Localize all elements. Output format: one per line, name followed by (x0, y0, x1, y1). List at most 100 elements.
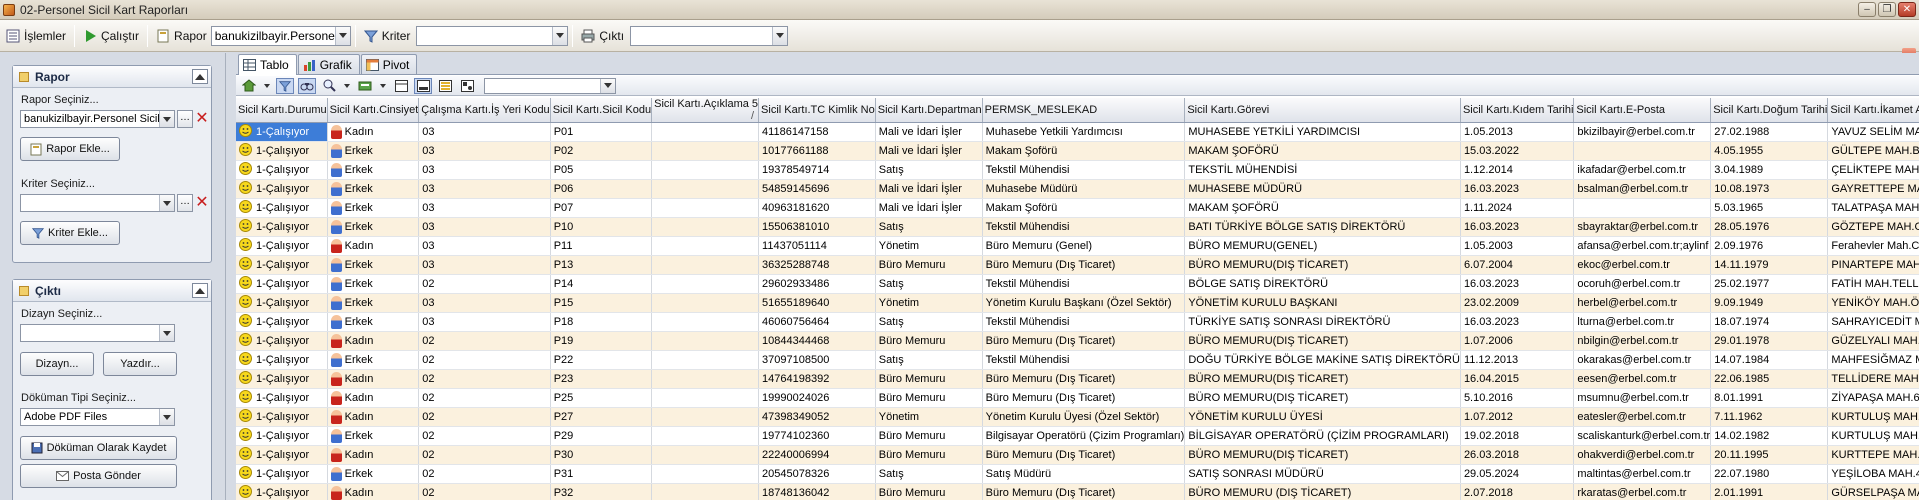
table-cell[interactable] (1573, 198, 1712, 218)
table-cell[interactable]: 03 (418, 141, 551, 161)
table-cell[interactable] (651, 160, 760, 180)
table-cell[interactable]: P29 (550, 426, 653, 446)
table-cell[interactable]: BÜRO MEMURU(DIŞ TİCARET) (1184, 445, 1461, 465)
table-cell[interactable] (651, 293, 760, 313)
table-cell[interactable]: BÖLGE SATIŞ DİREKTÖRÜ (1184, 274, 1461, 294)
table-cell[interactable]: 1-Çalışıyor (236, 407, 328, 427)
table-cell[interactable]: GÜRSELPAŞA MAH.75551 S (1827, 483, 1919, 500)
sidebar-rapor-select[interactable]: banukizilbayir.Personel Sicil (20, 110, 175, 128)
table-cell[interactable]: Büro Memuru (875, 369, 983, 389)
table-cell[interactable]: MAKAM ŞOFÖRÜ (1184, 141, 1461, 161)
table-cell[interactable]: Tekstil Mühendisi (982, 312, 1186, 332)
table-cell[interactable]: 15.03.2022 (1460, 141, 1575, 161)
home-dropdown-icon[interactable] (262, 78, 272, 94)
table-cell[interactable]: Büro Memuru (Dış Ticaret) (982, 331, 1186, 351)
table-cell[interactable]: 03 (418, 255, 551, 275)
table-cell[interactable]: TÜRKİYE SATIŞ SONRASI DİREKTÖRÜ (1184, 312, 1461, 332)
table-cell[interactable]: 02 (418, 464, 551, 484)
table-cell[interactable]: Muhasebe Müdürü (982, 179, 1186, 199)
column-header[interactable]: Sicil Kartı.Kıdem Tarihi (1460, 98, 1575, 123)
table-cell[interactable]: 23.02.2009 (1460, 293, 1575, 313)
kriter-select[interactable] (416, 25, 569, 46)
tab-tablo[interactable]: Tablo (238, 54, 297, 75)
table-cell[interactable]: BÜRO MEMURU(DIŞ TİCARET) (1184, 388, 1461, 408)
table-cell[interactable]: 1.05.2003 (1460, 236, 1575, 256)
tab-pivot[interactable]: Pivot (360, 54, 418, 74)
table-cell[interactable]: Büro Memuru (875, 445, 983, 465)
table-cell[interactable]: 14.11.1979 (1710, 255, 1829, 275)
table-cell[interactable]: Satış Müdürü (982, 464, 1186, 484)
table-cell[interactable]: P01 (550, 122, 653, 142)
table-cell[interactable]: TEKSTİL MÜHENDİSİ (1184, 160, 1461, 180)
table-cell[interactable]: 1-Çalışıyor (236, 369, 328, 389)
table-row[interactable]: 1-Çalışıyor Erkek 03 P13 36325288748 Büro Mem… (236, 255, 1919, 275)
table-cell[interactable]: BÜRO MEMURU(DIŞ TİCARET) (1184, 255, 1461, 275)
rapor-browse-button[interactable]: … (177, 110, 193, 128)
table-cell[interactable]: Kadın (327, 122, 420, 142)
table-cell[interactable]: 51655189640 (758, 293, 876, 313)
table-cell[interactable]: bkizilbayir@erbel.com.tr (1573, 122, 1712, 142)
rapor-delete-icon[interactable]: ✕ (194, 110, 210, 128)
table-cell[interactable]: BÜRO MEMURU (DIŞ TİCARET) (1184, 483, 1461, 500)
table-cell[interactable]: maltintas@erbel.com.tr (1573, 464, 1712, 484)
table-cell[interactable]: 40963181620 (758, 198, 876, 218)
table-row[interactable]: 1-Çalışıyor Kadın 02 P27 47398349052 Yönetim Y… (236, 407, 1919, 427)
table-cell[interactable]: 02 (418, 274, 551, 294)
close-button[interactable]: ✕ (1898, 2, 1916, 17)
table-cell[interactable]: 19990024026 (758, 388, 876, 408)
chevron-down-icon[interactable] (552, 26, 568, 45)
table-cell[interactable]: 02 (418, 369, 551, 389)
table-cell[interactable]: Kadın (327, 445, 420, 465)
table-cell[interactable]: 02 (418, 445, 551, 465)
table-cell[interactable]: 37097108500 (758, 350, 876, 370)
table-cell[interactable] (651, 388, 760, 408)
table-cell[interactable]: BÜRO MEMURU(DIŞ TİCARET) (1184, 369, 1461, 389)
table-cell[interactable]: Mali ve İdari İşler (875, 141, 983, 161)
table-cell[interactable]: msumnu@erbel.com.tr (1573, 388, 1712, 408)
rapor-select[interactable]: banukizilbayir.Personel Sicil K (210, 25, 351, 46)
table-cell[interactable]: YÖNETİM KURULU ÜYESİ (1184, 407, 1461, 427)
table-cell[interactable]: 02 (418, 350, 551, 370)
table-cell[interactable] (651, 445, 760, 465)
home-icon[interactable] (240, 78, 258, 94)
table-cell[interactable]: 02 (418, 483, 551, 500)
table-cell[interactable]: 3.04.1989 (1710, 160, 1829, 180)
table-cell[interactable]: 1-Çalışıyor (236, 293, 328, 313)
table-cell[interactable] (651, 369, 760, 389)
table-cell[interactable] (651, 255, 760, 275)
table-cell[interactable]: 1-Çalışıyor (236, 160, 328, 180)
table-cell[interactable]: FATİH MAH.TELLİDERE SOK (1827, 274, 1919, 294)
table-cell[interactable]: Büro Memuru (875, 331, 983, 351)
table-cell[interactable] (651, 312, 760, 332)
table-cell[interactable]: 16.03.2023 (1460, 312, 1575, 332)
table-cell[interactable]: P27 (550, 407, 653, 427)
chevron-down-icon[interactable] (772, 26, 788, 45)
table-cell[interactable]: P18 (550, 312, 653, 332)
chevron-down-icon[interactable] (159, 111, 174, 127)
table-cell[interactable]: 29.01.1978 (1710, 331, 1829, 351)
table-cell[interactable]: 16.03.2023 (1460, 179, 1575, 199)
table-cell[interactable]: 02 (418, 407, 551, 427)
table-cell[interactable]: Kadın (327, 236, 420, 256)
table-cell[interactable]: SATIŞ SONRASI MÜDÜRÜ (1184, 464, 1461, 484)
table-cell[interactable]: 19378549714 (758, 160, 876, 180)
table-cell[interactable] (651, 198, 760, 218)
table-cell[interactable]: 03 (418, 293, 551, 313)
table-cell[interactable]: P19 (550, 331, 653, 351)
table-row[interactable]: 1-Çalışıyor Erkek 02 P14 29602933486 Satış Tek… (236, 274, 1919, 294)
table-cell[interactable]: rkaratas@erbel.com.tr (1573, 483, 1712, 500)
table-cell[interactable]: 19774102360 (758, 426, 876, 446)
table-cell[interactable]: 02 (418, 388, 551, 408)
table-cell[interactable]: 27.02.1988 (1710, 122, 1829, 142)
table-cell[interactable]: ikafadar@erbel.com.tr (1573, 160, 1712, 180)
table-row[interactable]: 1-Çalışıyor Kadın 02 P19 10844344468 Büro Mem… (236, 331, 1919, 351)
chevron-down-icon[interactable] (159, 325, 174, 341)
table-cell[interactable]: Yönetim Kurulu Başkanı (Özel Sektör) (982, 293, 1186, 313)
table-cell[interactable]: Büro Memuru (875, 255, 983, 275)
table-cell[interactable] (1573, 141, 1712, 161)
table-cell[interactable]: Satış (875, 312, 983, 332)
table-cell[interactable]: 41186147158 (758, 122, 876, 142)
table-cell[interactable]: 5.10.2016 (1460, 388, 1575, 408)
table-row[interactable]: 1-Çalışıyor Erkek 03 P07 40963181620 Mali ve … (236, 198, 1919, 218)
column-header[interactable]: Sicil Kartı.Açıklama 5/ (651, 98, 760, 123)
